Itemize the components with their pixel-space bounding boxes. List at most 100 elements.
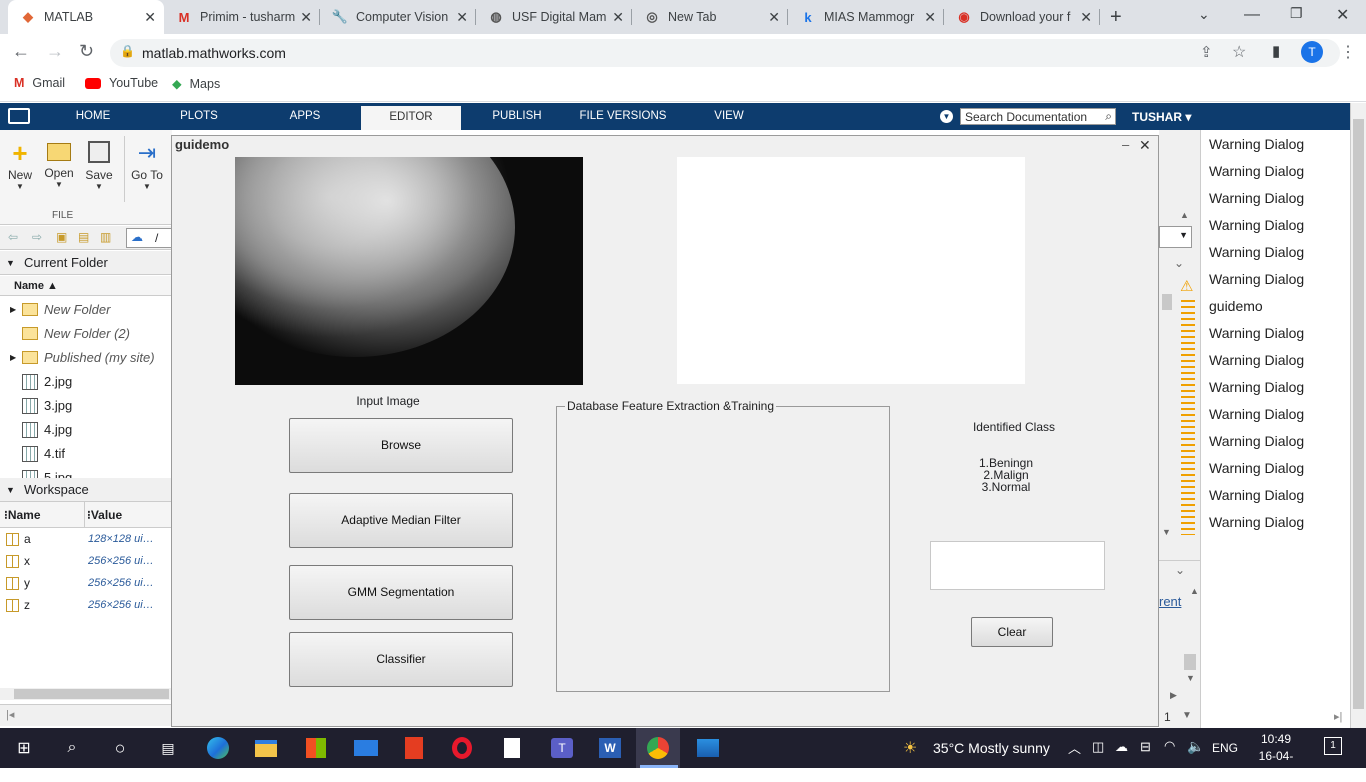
list-item[interactable]: ▶ New Folder: [0, 298, 172, 322]
open-button[interactable]: Open ▼: [40, 138, 78, 189]
window-list-item[interactable]: Warning Dialog: [1209, 190, 1304, 206]
folder-settings-icon[interactable]: ▥: [100, 230, 111, 244]
first-icon[interactable]: |◂: [6, 708, 14, 721]
back-arrow-icon[interactable]: ⇦: [8, 230, 18, 244]
user-menu[interactable]: TUSHAR ▾: [1132, 110, 1191, 124]
result-textbox[interactable]: [930, 541, 1105, 590]
new-button[interactable]: + New ▼: [1, 138, 39, 191]
network-icon[interactable]: ⊟: [1140, 739, 1151, 755]
list-item[interactable]: 2.jpg: [0, 370, 172, 394]
onedrive-icon[interactable]: ☁: [1115, 739, 1128, 755]
list-item[interactable]: 3.jpg: [0, 394, 172, 418]
up-folder-icon[interactable]: ▣: [56, 230, 67, 244]
browse-button[interactable]: Browse: [289, 418, 513, 473]
column-name[interactable]: ⁝Name: [4, 502, 41, 528]
office-icon[interactable]: [392, 728, 436, 768]
scroll-down-icon[interactable]: ▼: [1162, 527, 1171, 537]
scroll-right-icon[interactable]: ▶: [1170, 690, 1177, 701]
close-icon[interactable]: ✕: [456, 9, 468, 26]
weather-icon[interactable]: ☀: [903, 738, 917, 758]
table-row[interactable]: y 256×256 ui…: [0, 572, 172, 594]
window-list-item[interactable]: Warning Dialog: [1209, 460, 1304, 476]
weather-text[interactable]: 35°C Mostly sunny: [933, 740, 1050, 756]
window-list-item[interactable]: Warning Dialog: [1209, 244, 1304, 260]
kebab-menu-icon[interactable]: ⋮: [1340, 42, 1356, 62]
expand-icon[interactable]: ▶: [10, 346, 16, 370]
browse-folder-icon[interactable]: ▤: [78, 230, 89, 244]
tab-view[interactable]: VIEW: [704, 103, 754, 130]
browser-tab[interactable]: ◉ Download your f ✕: [944, 0, 1100, 34]
column-value[interactable]: ⁝Value: [84, 502, 122, 528]
editor-dropdown[interactable]: ▼: [1159, 226, 1192, 248]
camera-icon[interactable]: ◫: [1092, 739, 1104, 755]
table-row[interactable]: a 128×128 ui…: [0, 528, 172, 550]
scrollbar-thumb[interactable]: [1184, 654, 1196, 670]
warning-icon[interactable]: ⚠: [1180, 277, 1193, 295]
save-button[interactable]: Save ▼: [80, 138, 118, 191]
expand-icon[interactable]: ▶: [10, 298, 16, 322]
omnibox[interactable]: [110, 39, 1340, 67]
notification-center-icon[interactable]: 1: [1324, 737, 1342, 755]
window-list-item[interactable]: Warning Dialog: [1209, 379, 1304, 395]
tab-home[interactable]: HOME: [60, 103, 126, 130]
bookmark-youtube[interactable]: YouTube: [85, 76, 158, 90]
photos-icon[interactable]: [686, 728, 730, 768]
list-item[interactable]: 4.tif: [0, 442, 172, 466]
gmm-segmentation-button[interactable]: GMM Segmentation: [289, 565, 513, 620]
close-icon[interactable]: ✕: [300, 9, 312, 26]
close-icon[interactable]: ✕: [144, 9, 156, 26]
word-icon[interactable]: W: [588, 728, 632, 768]
browser-tab[interactable]: ◍ USF Digital Mam ✕: [476, 0, 632, 34]
browser-tab[interactable]: M Primim - tusharm ✕: [164, 0, 320, 34]
clock[interactable]: 10:49 16-04-2022: [1248, 731, 1304, 782]
teams-icon[interactable]: T: [540, 728, 584, 768]
folder-column-header[interactable]: Name ▲: [0, 276, 172, 296]
cortana-icon[interactable]: ○: [98, 728, 142, 768]
search-icon[interactable]: ⌕: [1105, 109, 1112, 124]
current-link[interactable]: rent: [1159, 594, 1181, 609]
tab-apps[interactable]: APPS: [272, 103, 338, 130]
notepad-file-icon[interactable]: [490, 728, 534, 768]
window-list-item[interactable]: Warning Dialog: [1209, 136, 1304, 152]
task-view-icon[interactable]: ▤: [146, 728, 190, 768]
clear-button[interactable]: Clear: [971, 617, 1053, 647]
tab-plots[interactable]: PLOTS: [166, 103, 232, 130]
lock-icon[interactable]: 🔒: [120, 44, 135, 58]
code-analyzer-marks[interactable]: [1181, 300, 1195, 535]
window-list-item[interactable]: guidemo: [1209, 298, 1263, 314]
file-explorer-icon[interactable]: [244, 728, 288, 768]
scrollbar-thumb[interactable]: [1353, 119, 1364, 709]
store-icon[interactable]: [294, 728, 338, 768]
reload-icon[interactable]: ↻: [79, 41, 94, 62]
forward-arrow-icon[interactable]: ⇨: [32, 230, 42, 244]
scroll-down-icon[interactable]: ▼: [1186, 673, 1195, 683]
matlab-window-icon[interactable]: [8, 108, 30, 124]
window-list-item[interactable]: Warning Dialog: [1209, 406, 1304, 422]
new-tab-plus-icon[interactable]: +: [1110, 6, 1122, 29]
restore-icon[interactable]: ❐: [1290, 5, 1303, 22]
profile-avatar[interactable]: T: [1301, 41, 1323, 63]
tab-editor[interactable]: EDITOR: [361, 106, 461, 130]
close-icon[interactable]: ✕: [924, 9, 936, 26]
close-icon[interactable]: ✕: [1139, 137, 1151, 154]
language-indicator[interactable]: ENG: [1212, 741, 1238, 755]
browser-tab-matlab[interactable]: ◆ MATLAB ✕: [8, 0, 164, 34]
chevron-up-icon[interactable]: ︿: [1068, 738, 1081, 757]
scrollbar-thumb[interactable]: [1162, 294, 1172, 310]
windows-start-icon[interactable]: ⊞: [2, 728, 46, 768]
chevron-down-icon[interactable]: ⌄: [1175, 563, 1185, 577]
bookmark-gmail[interactable]: M Gmail: [14, 76, 65, 90]
list-item[interactable]: ▶ Published (my site): [0, 346, 172, 370]
chevron-down-icon[interactable]: ⌄: [1174, 256, 1184, 270]
share-icon[interactable]: ⇪: [1200, 43, 1213, 61]
horizontal-scrollbar[interactable]: [0, 688, 172, 700]
close-icon[interactable]: ✕: [612, 9, 624, 26]
window-list-item[interactable]: Warning Dialog: [1209, 352, 1304, 368]
opera-icon[interactable]: [440, 728, 484, 768]
list-item[interactable]: 4.jpg: [0, 418, 172, 442]
star-icon[interactable]: ☆: [1232, 42, 1246, 62]
close-icon[interactable]: ✕: [1080, 9, 1092, 26]
edge-icon[interactable]: [196, 728, 240, 768]
window-list-item[interactable]: Warning Dialog: [1209, 514, 1304, 530]
volume-icon[interactable]: 🔈: [1187, 738, 1204, 755]
